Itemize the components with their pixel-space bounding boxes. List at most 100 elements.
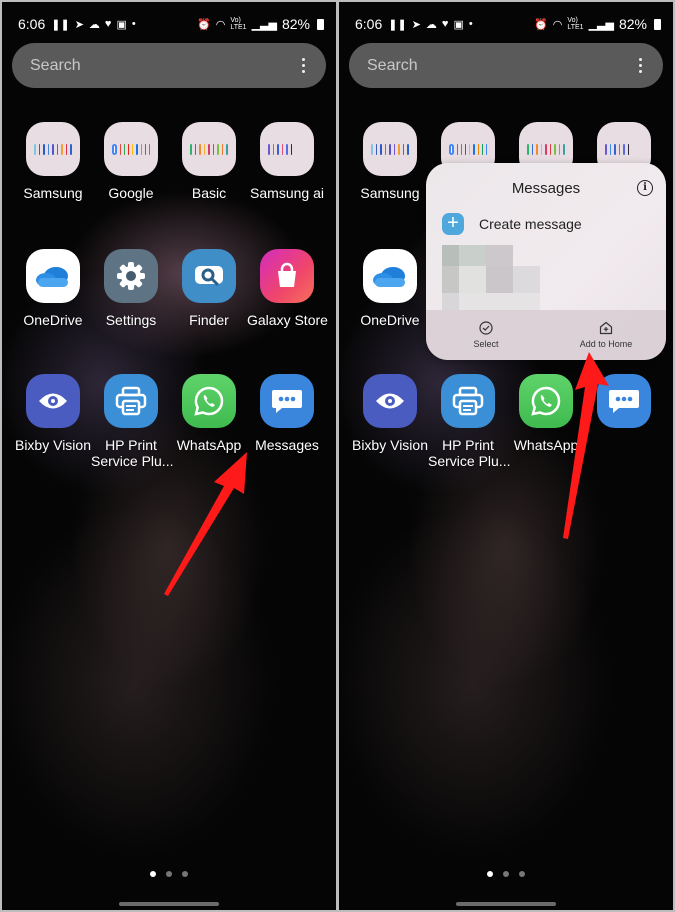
screenshot-comparison: 6:06 ❚❚ ➤ ☁ ♥ ▣ • ⏰ ◠ Vo) LTE1 ▁▃▅ 82% Se… <box>0 0 675 912</box>
bixby-vision-icon <box>26 374 80 428</box>
page-dot[interactable] <box>182 871 188 877</box>
wifi-icon: ◠ <box>552 18 563 31</box>
plus-icon: + <box>442 213 464 235</box>
battery-percent: 82% <box>618 16 647 32</box>
gallery-icon: ▣ <box>453 18 464 31</box>
home-gesture-bar[interactable] <box>119 902 219 906</box>
page-dot-active[interactable] <box>150 871 156 877</box>
page-dot[interactable] <box>503 871 509 877</box>
page-indicator[interactable] <box>2 871 336 877</box>
create-message-shortcut[interactable]: + Create message <box>442 213 582 235</box>
telegram-icon: ➤ <box>74 18 84 31</box>
bixby-vision-icon <box>363 374 417 428</box>
select-label: Select <box>473 339 499 349</box>
whatsapp-icon <box>519 374 573 428</box>
app-messages-selected[interactable] <box>584 374 664 428</box>
app-hp-print[interactable]: HP Print Service Plu... <box>91 374 174 469</box>
pause-icon: ❚❚ <box>51 18 70 31</box>
page-dot[interactable] <box>166 871 172 877</box>
status-bar: 6:06 ❚❚ ➤ ☁ ♥ ▣ • ⏰ ◠ Vo) LTE1 ▁▃▅ 82% <box>18 14 324 34</box>
context-menu-actions: Select Add to Home <box>426 310 666 360</box>
app-label: Messages <box>255 437 319 453</box>
app-label: Finder <box>189 312 229 328</box>
cloud-app-icon: ☁ <box>88 18 100 31</box>
app-bixby-vision[interactable]: Bixby Vision <box>13 374 93 453</box>
app-finder[interactable]: Finder <box>169 249 249 328</box>
app-google-folder[interactable]: Google <box>91 122 171 201</box>
hp-print-icon <box>441 374 495 428</box>
app-settings[interactable]: Settings <box>91 249 171 328</box>
clock: 6:06 <box>18 16 46 32</box>
app-label: Settings <box>105 312 157 328</box>
app-basic-folder[interactable]: Basic <box>169 122 249 201</box>
app-whatsapp[interactable]: WhatsApp <box>169 374 249 453</box>
app-label: HP Print Service Plu... <box>91 437 174 469</box>
battery-percent: 82% <box>281 16 310 32</box>
whatsapp-icon <box>182 374 236 428</box>
page-indicator[interactable] <box>339 871 673 877</box>
samsung-ai-folder-icon <box>260 122 314 176</box>
volte-lte1-icon: Vo) LTE1 <box>230 17 247 31</box>
signal-icon: ▁▃▅ <box>251 18 277 31</box>
alarm-icon: ⏰ <box>534 18 548 31</box>
status-bar: 6:06 ❚❚ ➤ ☁ ♥ ▣ • ⏰ ◠ Vo) LTE1 ▁▃▅ 82% <box>355 14 661 34</box>
app-label: Basic <box>191 185 227 201</box>
search-bar[interactable]: Search <box>12 43 326 88</box>
pause-icon: ❚❚ <box>388 18 407 31</box>
onedrive-icon <box>363 249 417 303</box>
app-whatsapp[interactable]: WhatsApp <box>506 374 586 453</box>
app-label: Bixby Vision <box>351 437 428 453</box>
app-samsung-ai-folder[interactable]: Samsung ai <box>247 122 327 201</box>
messages-icon <box>260 374 314 428</box>
search-placeholder: Search <box>30 56 81 74</box>
app-context-menu: Messages i + Create message Select Add t… <box>426 163 666 360</box>
more-options-icon[interactable] <box>635 58 645 73</box>
finder-icon <box>182 249 236 303</box>
samsung-folder-icon <box>363 122 417 176</box>
messages-icon <box>597 374 651 428</box>
twitter-icon: ♥ <box>441 18 449 30</box>
search-bar[interactable]: Search <box>349 43 663 88</box>
dot-icon: • <box>468 18 473 30</box>
app-messages[interactable]: Messages <box>247 374 327 453</box>
samsung-folder-icon <box>26 122 80 176</box>
clock: 6:06 <box>355 16 383 32</box>
app-samsung-folder[interactable]: Samsung <box>350 122 430 201</box>
phone-screen-before: 6:06 ❚❚ ➤ ☁ ♥ ▣ • ⏰ ◠ Vo) LTE1 ▁▃▅ 82% Se… <box>2 2 336 910</box>
google-folder-icon <box>104 122 158 176</box>
add-home-icon <box>599 321 613 335</box>
app-samsung-folder[interactable]: Samsung <box>13 122 93 201</box>
phone-screen-after: 6:06 ❚❚ ➤ ☁ ♥ ▣ • ⏰ ◠ Vo) LTE1 ▁▃▅ 82% Se… <box>339 2 673 910</box>
app-bixby-vision[interactable]: Bixby Vision <box>350 374 430 453</box>
galaxy-store-icon <box>260 249 314 303</box>
pixelated-redaction <box>442 245 542 313</box>
app-hp-print[interactable]: HP Print Service Plu... <box>428 374 511 469</box>
select-button[interactable]: Select <box>426 310 546 360</box>
app-label: WhatsApp <box>176 437 242 453</box>
app-galaxy-store[interactable]: Galaxy Store <box>247 249 328 328</box>
home-gesture-bar[interactable] <box>456 902 556 906</box>
dot-icon: • <box>131 18 136 30</box>
app-label: OneDrive <box>23 312 83 328</box>
add-to-home-button[interactable]: Add to Home <box>546 310 666 360</box>
page-dot-active[interactable] <box>487 871 493 877</box>
app-label: HP Print Service Plu... <box>428 437 511 469</box>
telegram-icon: ➤ <box>411 18 421 31</box>
page-dot[interactable] <box>519 871 525 877</box>
context-menu-title: Messages <box>511 180 581 197</box>
app-info-icon[interactable]: i <box>637 180 653 196</box>
app-label: Galaxy Store <box>247 312 328 328</box>
onedrive-icon <box>26 249 80 303</box>
search-placeholder: Search <box>367 56 418 74</box>
app-label: Bixby Vision <box>14 437 91 453</box>
hp-print-icon <box>104 374 158 428</box>
more-options-icon[interactable] <box>298 58 308 73</box>
app-onedrive[interactable]: OneDrive <box>350 249 430 328</box>
volte-lte1-icon: Vo) LTE1 <box>567 17 584 31</box>
app-label: Samsung <box>360 185 420 201</box>
alarm-icon: ⏰ <box>197 18 211 31</box>
basic-folder-icon <box>182 122 236 176</box>
battery-icon <box>654 18 661 30</box>
app-onedrive[interactable]: OneDrive <box>13 249 93 328</box>
cloud-app-icon: ☁ <box>425 18 437 31</box>
